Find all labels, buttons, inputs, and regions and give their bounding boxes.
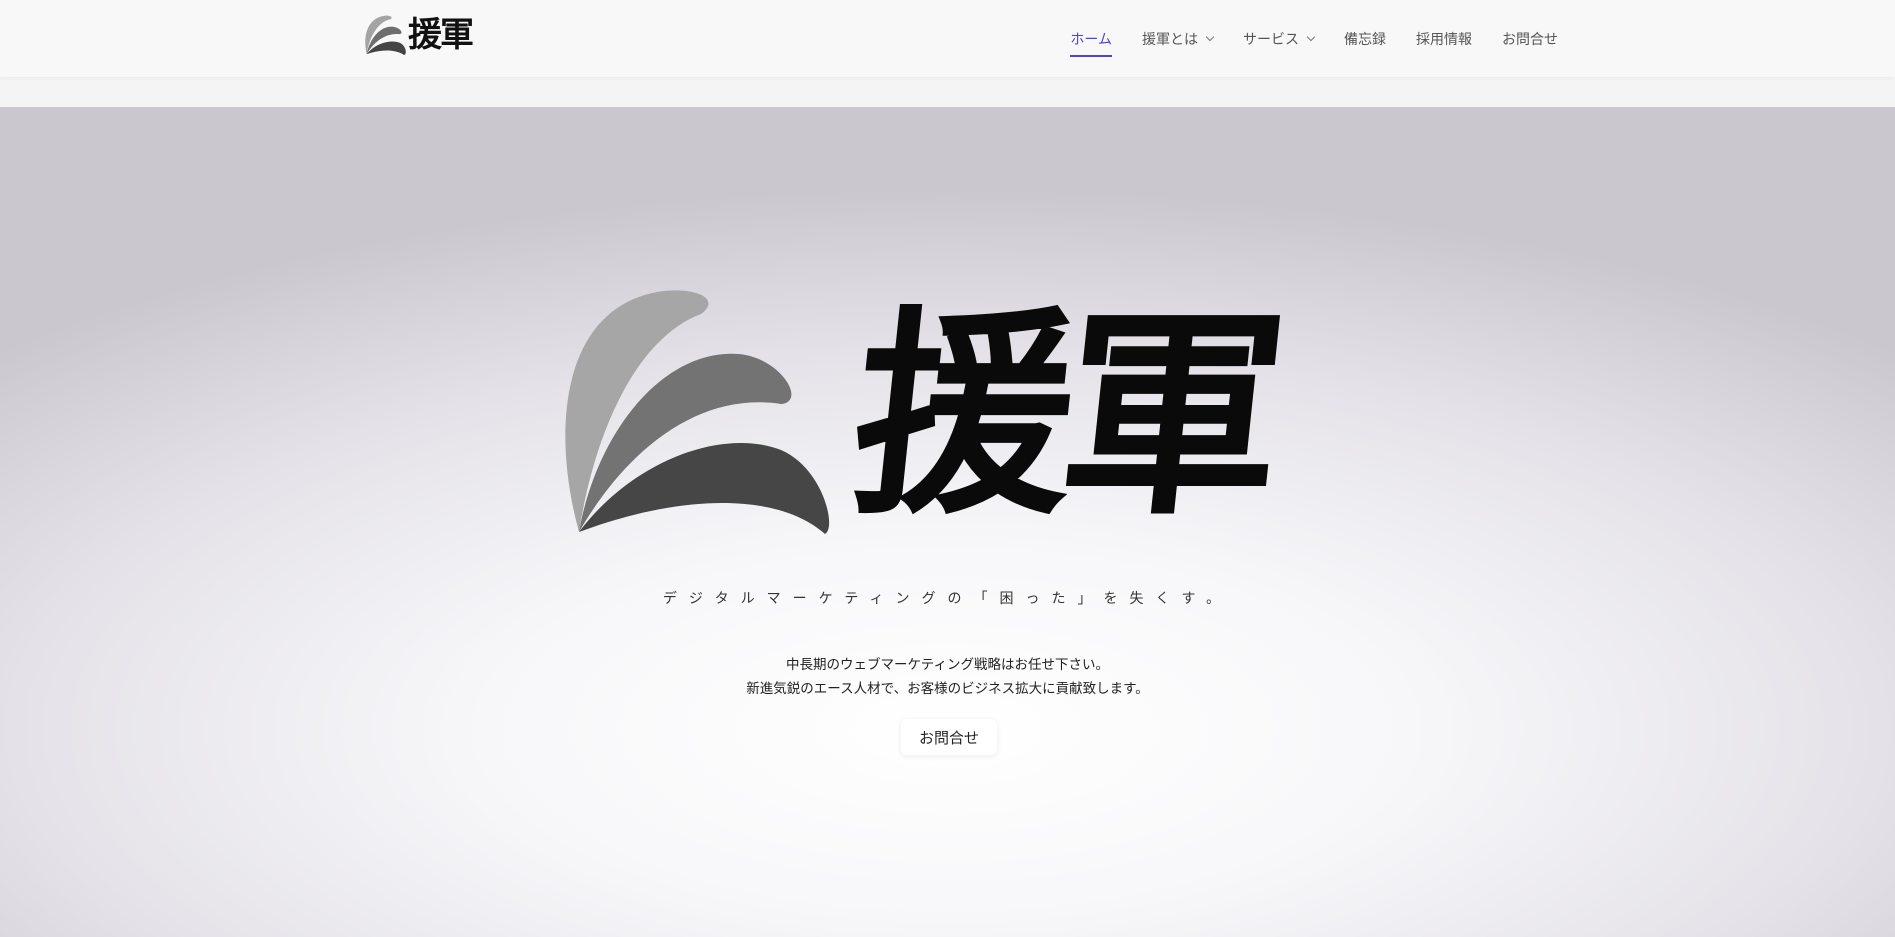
hero-logo-text: 援軍 bbox=[841, 285, 1285, 544]
nav-home-label: ホーム bbox=[1070, 31, 1112, 48]
main-nav: ホーム 援軍とは サービス 備忘録 採用情報 お問合せ bbox=[1055, 0, 1573, 77]
nav-contact[interactable]: お問合せ bbox=[1487, 0, 1573, 77]
chevron-down-icon bbox=[1205, 32, 1215, 41]
leaf-fan-logo-icon bbox=[565, 290, 830, 534]
hero-section: 援軍 デジタルマーケティングの「困った」を失くす。 中長期のウェブマーケティング… bbox=[0, 107, 1895, 937]
nav-about[interactable]: 援軍とは bbox=[1127, 0, 1228, 77]
hero-logo: 援軍 bbox=[555, 285, 1345, 550]
nav-about-label: 援軍とは bbox=[1142, 31, 1198, 48]
hero-description-line: 新進気鋭のエース人材で、お客様のビジネス拡大に貢献致します。 bbox=[746, 681, 1149, 697]
leaf-fan-logo-icon bbox=[365, 15, 406, 55]
nav-memo-label: 備忘録 bbox=[1344, 31, 1386, 48]
site-header: 援軍 ホーム 援軍とは サービス 備忘録 採用情報 お問合せ bbox=[0, 0, 1895, 77]
nav-memo[interactable]: 備忘録 bbox=[1329, 0, 1401, 77]
hero-tagline: デジタルマーケティングの「困った」を失くす。 bbox=[662, 591, 1233, 607]
hero-description-line: 中長期のウェブマーケティング戦略はお任せ下さい。 bbox=[786, 657, 1109, 673]
nav-recruit[interactable]: 採用情報 bbox=[1401, 0, 1487, 77]
site-logo[interactable]: 援軍 bbox=[364, 12, 488, 58]
header-spacer bbox=[0, 77, 1895, 107]
hero-description: 中長期のウェブマーケティング戦略はお任せ下さい。 新進気鋭のエース人材で、お客様… bbox=[0, 653, 1895, 701]
nav-home[interactable]: ホーム bbox=[1055, 0, 1127, 77]
nav-contact-label: お問合せ bbox=[1502, 31, 1558, 48]
contact-button[interactable]: お問合せ bbox=[901, 719, 997, 755]
chevron-down-icon bbox=[1306, 32, 1316, 41]
logo-text: 援軍 bbox=[408, 15, 474, 55]
nav-services-label: サービス bbox=[1243, 31, 1299, 48]
nav-services[interactable]: サービス bbox=[1228, 0, 1329, 77]
nav-recruit-label: 採用情報 bbox=[1416, 31, 1472, 48]
